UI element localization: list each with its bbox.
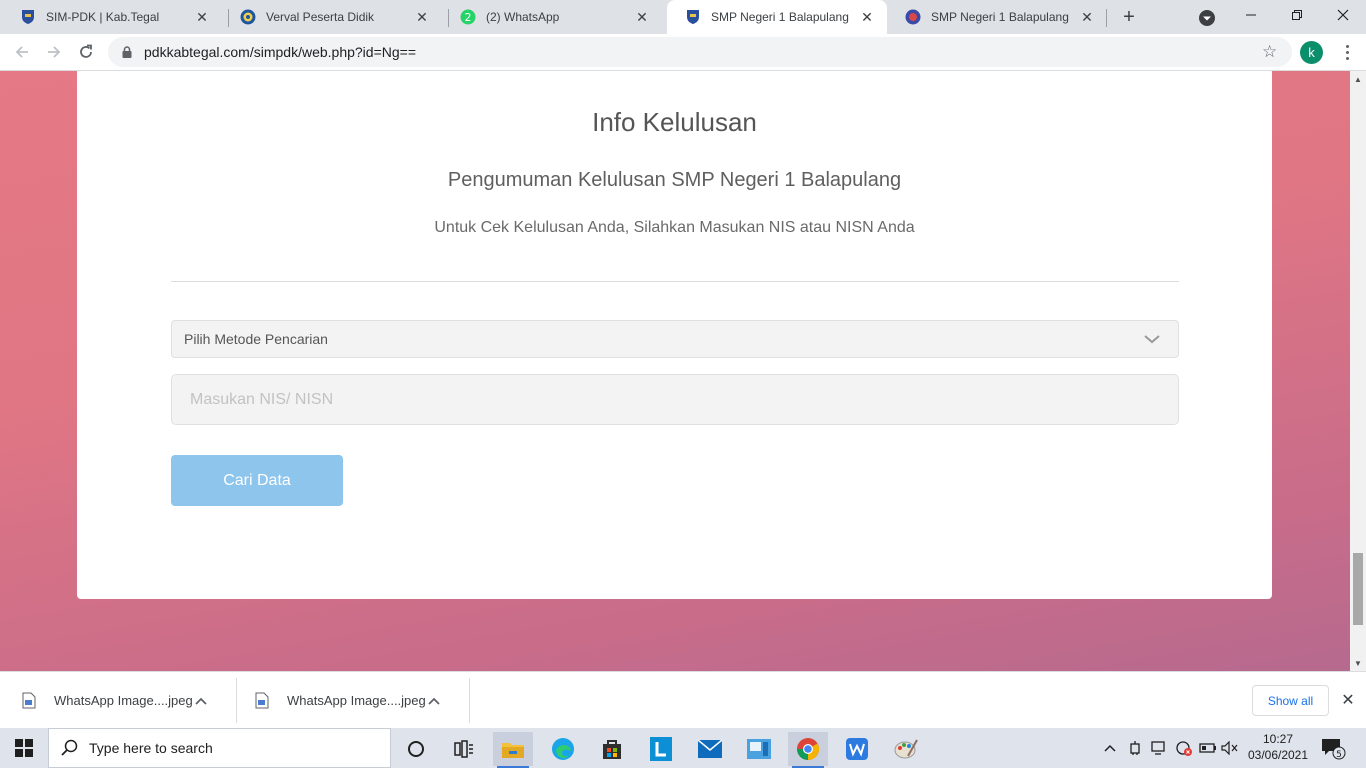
speaker-muted-icon[interactable] (1220, 728, 1240, 768)
edge-icon[interactable] (543, 732, 583, 766)
page-title: Info Kelulusan (592, 107, 757, 137)
scrollbar-thumb[interactable] (1353, 553, 1363, 625)
download-item[interactable]: WhatsApp Image....jpeg (255, 672, 441, 729)
taskbar-clock[interactable]: 10:27 03/06/2021 (1242, 731, 1314, 767)
vertical-scrollbar[interactable]: ▲ ▼ (1350, 71, 1366, 671)
bookmark-star-icon[interactable]: ☆ (1262, 43, 1280, 61)
tab-verval[interactable]: Verval Peserta Didik ✕ (222, 0, 442, 34)
tab-whatsapp[interactable]: 2 (2) WhatsApp ✕ (442, 0, 662, 34)
browser-menu-icon[interactable] (1337, 41, 1357, 64)
tab-title: SIM-PDK | Kab.Tegal (46, 10, 160, 24)
tab-title: SMP Negeri 1 Balapulang (711, 10, 849, 24)
scroll-down-arrow-icon[interactable]: ▼ (1350, 655, 1366, 671)
shield-favicon-icon (685, 9, 701, 25)
remote-desktop-icon[interactable] (739, 732, 779, 766)
browser-toolbar: pdkkabtegal.com/simpdk/web.php?id=Ng== ☆… (0, 34, 1366, 71)
tab-title: Verval Peserta Didik (266, 10, 375, 24)
close-shelf-icon[interactable]: ✕ (1338, 690, 1358, 710)
seal-favicon-icon (905, 9, 921, 25)
svg-text:5: 5 (1336, 750, 1342, 760)
search-method-select[interactable]: Pilih Metode Pencarian (171, 320, 1179, 358)
chevron-down-icon (1144, 335, 1160, 344)
l-app-icon[interactable] (641, 732, 681, 766)
antivirus-icon[interactable] (1174, 728, 1194, 768)
shield-favicon-icon (20, 9, 36, 25)
search-icon (61, 739, 78, 756)
tab-smp-balapulang-active[interactable]: SMP Negeri 1 Balapulang ✕ (667, 0, 887, 34)
download-filename: WhatsApp Image....jpeg (287, 693, 426, 708)
download-filename: WhatsApp Image....jpeg (54, 693, 193, 708)
file-explorer-icon[interactable] (493, 732, 533, 768)
minimize-icon[interactable] (1228, 0, 1274, 30)
shelf-separator (469, 678, 470, 723)
nis-nisn-input[interactable] (171, 374, 1179, 425)
wps-icon[interactable] (837, 732, 877, 766)
address-bar[interactable]: pdkkabtegal.com/simpdk/web.php?id=Ng== ☆ (108, 37, 1292, 67)
battery-icon[interactable] (1198, 728, 1218, 768)
close-icon[interactable]: ✕ (414, 9, 430, 25)
page-subtitle: Pengumuman Kelulusan SMP Negeri 1 Balapu… (447, 169, 902, 191)
profile-avatar[interactable]: k (1300, 41, 1323, 64)
tab-search-icon[interactable] (1196, 7, 1218, 29)
page-viewport: Info Kelulusan Pengumuman Kelulusan SMP … (0, 71, 1350, 671)
svg-text:2: 2 (465, 11, 472, 24)
reload-icon[interactable] (72, 38, 100, 66)
tab-separator (1106, 9, 1107, 27)
clock-date: 03/06/2021 (1247, 748, 1309, 762)
mail-icon[interactable] (690, 732, 730, 766)
graduation-info-card: Info Kelulusan Pengumuman Kelulusan SMP … (77, 71, 1272, 599)
close-icon[interactable]: ✕ (1079, 9, 1095, 25)
taskbar-search-box[interactable]: Type here to search (48, 728, 391, 768)
new-tab-button[interactable]: + (1117, 5, 1141, 29)
chevron-up-icon[interactable] (194, 696, 208, 706)
chrome-icon[interactable] (788, 732, 828, 768)
restore-icon[interactable] (1274, 0, 1320, 30)
paint-icon[interactable] (886, 732, 926, 766)
shelf-separator (236, 678, 237, 723)
whatsapp-favicon-icon: 2 (460, 9, 476, 25)
download-item[interactable]: WhatsApp Image....jpeg (22, 672, 208, 729)
back-arrow-icon[interactable] (8, 38, 36, 66)
search-data-button[interactable]: Cari Data (171, 455, 343, 506)
store-icon[interactable] (592, 732, 632, 766)
tab-smp-balapulang[interactable]: SMP Negeri 1 Balapulang ✕ (887, 0, 1107, 34)
cortana-icon[interactable] (396, 732, 436, 766)
tray-chevron-up-icon[interactable] (1102, 728, 1118, 768)
image-file-icon (22, 692, 36, 709)
kemdikbud-favicon-icon (240, 9, 256, 25)
url-text[interactable]: pdkkabtegal.com/simpdk/web.php?id=Ng== (144, 44, 416, 60)
notification-center-icon[interactable]: 5 (1320, 736, 1346, 760)
show-all-downloads-button[interactable]: Show all (1252, 685, 1329, 716)
windows-taskbar: Type here to search 10:27 03/06/2021 5 (0, 728, 1366, 768)
network-icon[interactable] (1150, 728, 1170, 768)
image-file-icon (255, 692, 269, 709)
download-shelf: WhatsApp Image....jpeg WhatsApp Image...… (0, 671, 1366, 728)
usb-icon[interactable] (1126, 728, 1144, 768)
forward-arrow-icon[interactable] (40, 38, 68, 66)
clock-time: 10:27 (1262, 732, 1294, 746)
instruction-text: Untuk Cek Kelulusan Anda, Silahkan Masuk… (434, 219, 915, 236)
task-view-icon[interactable] (444, 732, 484, 766)
search-method-selected: Pilih Metode Pencarian (184, 331, 328, 347)
taskbar-search-placeholder: Type here to search (89, 740, 213, 756)
close-icon[interactable]: ✕ (859, 9, 875, 25)
tab-title: (2) WhatsApp (486, 10, 560, 24)
windows-start-icon[interactable] (0, 728, 48, 768)
tab-title: SMP Negeri 1 Balapulang (931, 10, 1069, 24)
tab-sim-pdk[interactable]: SIM-PDK | Kab.Tegal ✕ (2, 0, 222, 34)
close-window-icon[interactable] (1320, 0, 1366, 30)
divider (171, 281, 1179, 282)
lock-icon[interactable] (120, 45, 134, 59)
scroll-up-arrow-icon[interactable]: ▲ (1350, 71, 1366, 87)
chevron-up-icon[interactable] (427, 696, 441, 706)
close-icon[interactable]: ✕ (634, 9, 650, 25)
close-icon[interactable]: ✕ (194, 9, 210, 25)
tab-strip: SIM-PDK | Kab.Tegal ✕ Verval Peserta Did… (0, 0, 1366, 34)
